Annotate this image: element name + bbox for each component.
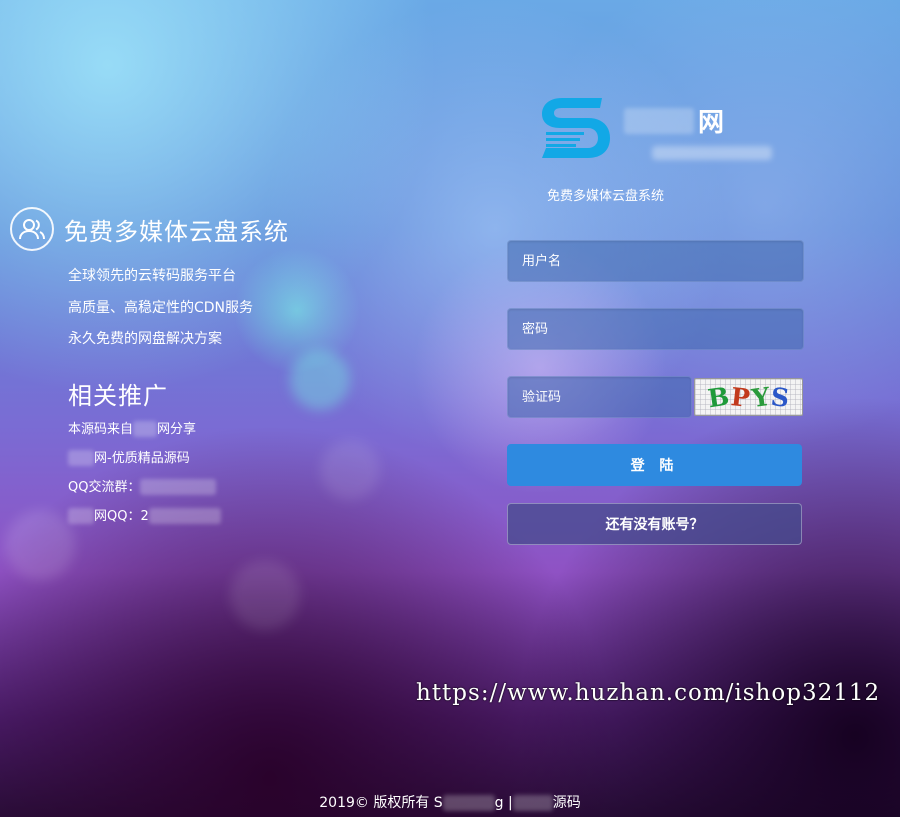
captcha-char: S [769, 381, 791, 413]
captcha-char: Y [749, 381, 772, 413]
captcha-char: B [705, 381, 731, 413]
footer-text: 源码 [552, 795, 581, 811]
promo-title: 相关推广 [68, 381, 168, 410]
register-link-button[interactable]: 还有没有账号？ [507, 503, 802, 545]
footer-text: g | [494, 795, 513, 811]
promo-text: 网QQ：2 [94, 508, 149, 524]
redacted-mask [133, 421, 158, 437]
logo-s-icon [542, 98, 610, 158]
promo-item: 网-优质精品源码 [68, 444, 330, 473]
intro-panel: 免费多媒体云盘系统 全球领先的云转码服务平台 高质量、高稳定性的CDN服务 永久… [10, 207, 330, 531]
users-icon [10, 207, 54, 251]
promo-text: 网-优质精品源码 [94, 450, 190, 466]
promo-text: 网分享 [157, 421, 197, 437]
redacted-mask [68, 508, 94, 524]
redacted-mask [68, 450, 94, 466]
feature-item: 全球领先的云转码服务平台 [68, 268, 236, 284]
redacted-mask [148, 508, 221, 524]
site-logo: 网 [538, 90, 788, 170]
promo-list: 本源码来自 网分享 网-优质精品源码 QQ交流群： 网QQ：2 [68, 415, 330, 531]
promo-text: QQ交流群： [68, 479, 141, 495]
footer-text: 2019© 版权所有 S [319, 795, 443, 811]
feature-item: 高质量、高稳定性的CDN服务 [68, 299, 254, 316]
promo-item: QQ交流群： [68, 473, 330, 502]
username-input[interactable] [508, 241, 803, 281]
feature-list: 全球领先的云转码服务平台 高质量、高稳定性的CDN服务 永久免费的网盘解决方案 [68, 261, 330, 356]
logo-subtext-redacted [652, 146, 772, 160]
redacted-mask [442, 795, 495, 811]
promo-item: 网QQ：2 [68, 502, 330, 531]
logo-text: 网 [698, 108, 726, 138]
promo-item: 本源码来自 网分享 [68, 415, 330, 444]
password-input[interactable] [508, 309, 803, 349]
redacted-mask [624, 108, 694, 134]
promo-text: 本源码来自 [68, 421, 134, 437]
footer-copyright: 2019© 版权所有 S g | 源码 [0, 792, 900, 812]
feature-item: 永久免费的网盘解决方案 [68, 331, 222, 347]
login-button[interactable]: 登 陆 [507, 444, 802, 486]
captcha-image[interactable]: BPYS [694, 378, 803, 416]
captcha-field [507, 376, 692, 418]
site-slogan: 免费多媒体云盘系统 [547, 189, 665, 204]
intro-title: 免费多媒体云盘系统 [64, 217, 289, 246]
redacted-mask [140, 479, 217, 495]
username-field [507, 240, 804, 282]
captcha-char: P [729, 381, 751, 413]
redacted-mask [512, 795, 553, 811]
captcha-input[interactable] [508, 377, 691, 417]
password-field [507, 308, 804, 350]
bokeh-light [230, 560, 300, 630]
intro-heading: 免费多媒体云盘系统 [10, 207, 330, 251]
watermark-url: https://www.huzhan.com/ishop32112 [416, 680, 881, 706]
